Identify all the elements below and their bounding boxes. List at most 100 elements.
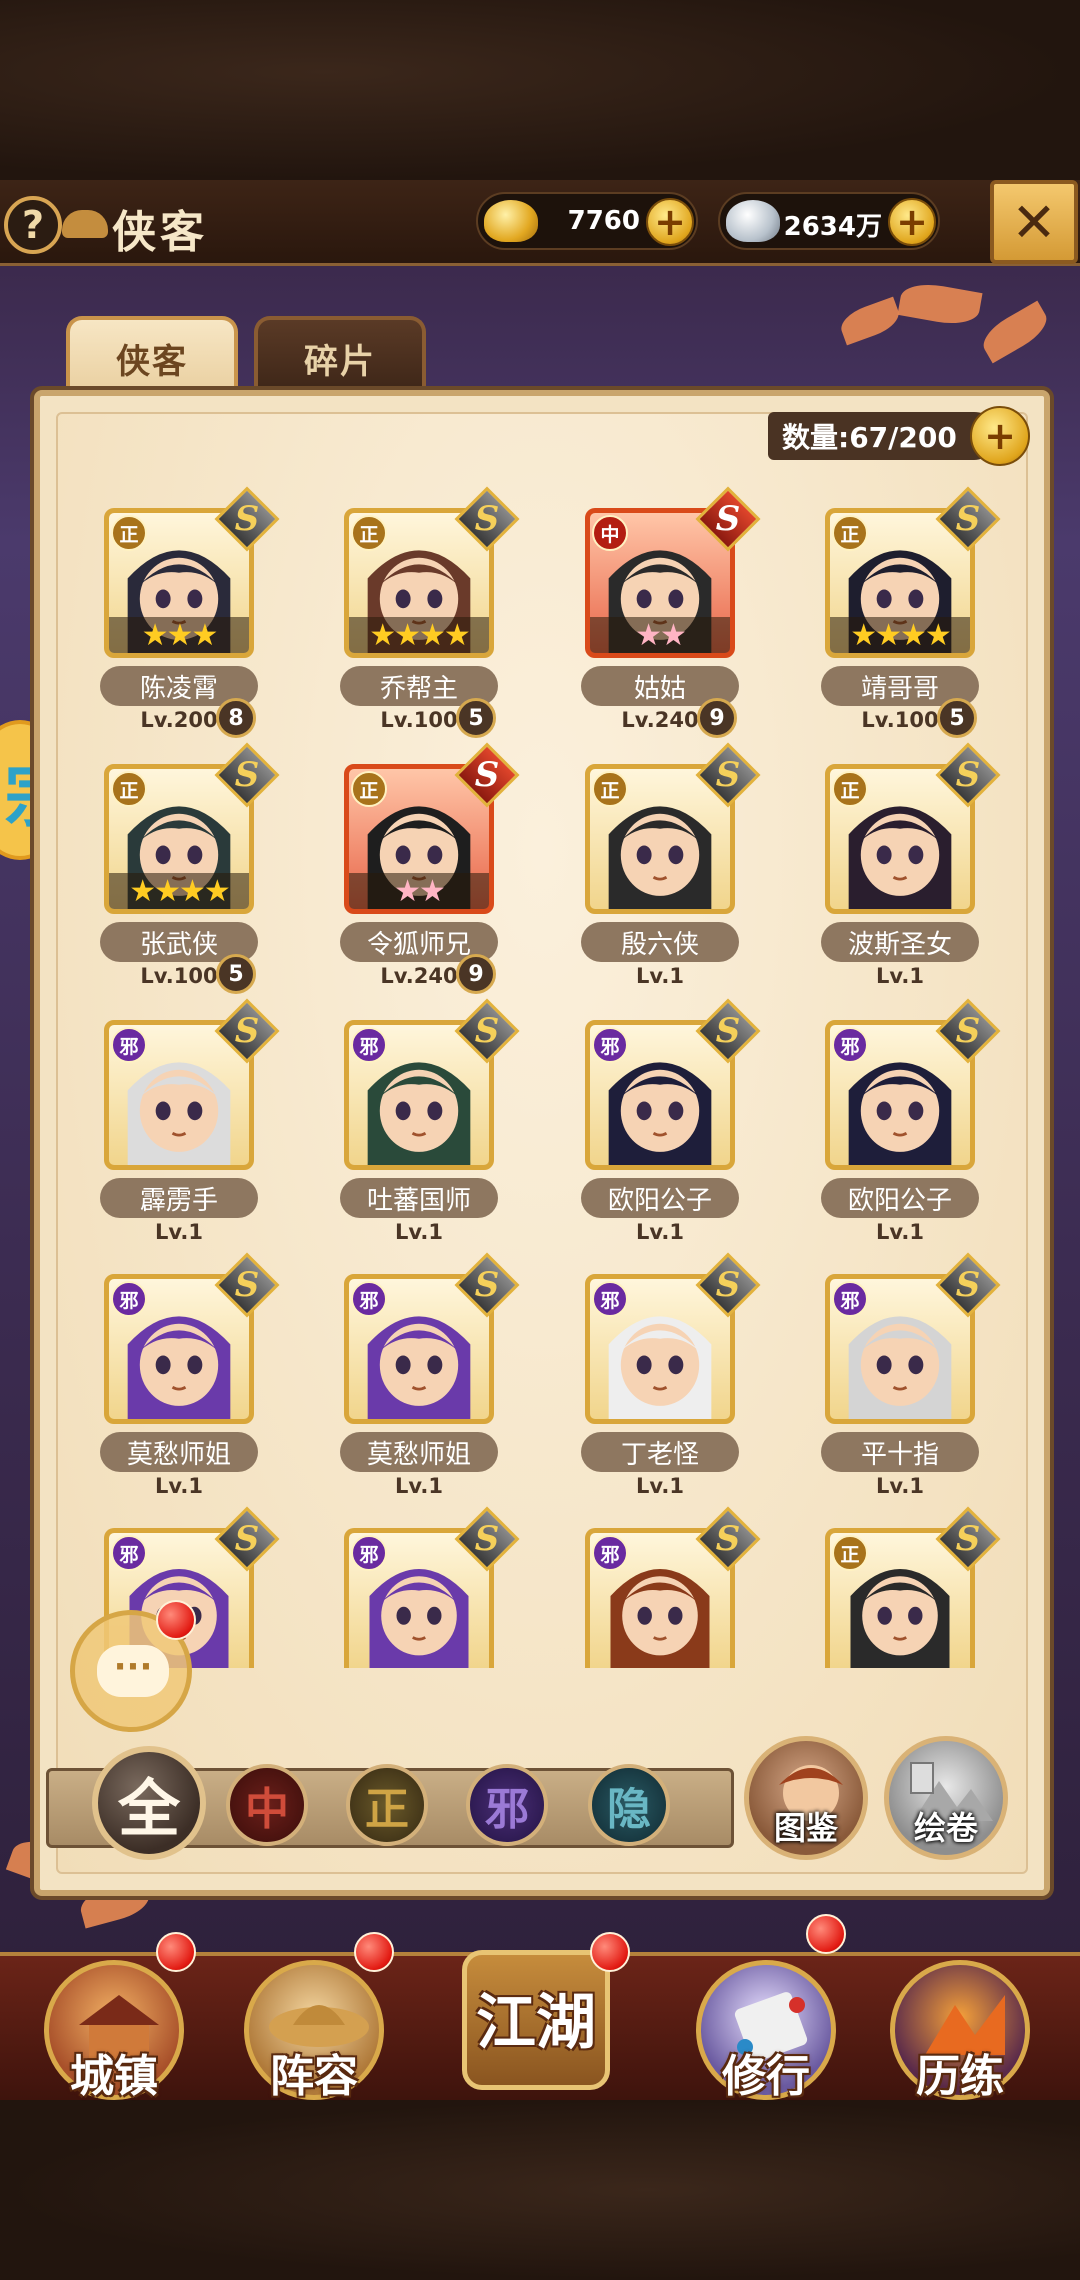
hero-level: Lv.1 [876,1220,924,1244]
alignment-badge: 正 [592,771,628,807]
rank-letter: S [234,499,260,539]
hero-level: Lv.1 [636,1474,684,1498]
hero-name: 莫愁师姐 [100,1432,258,1472]
nav-training-label: 修行 [722,2051,810,2102]
filter-righteous[interactable]: 正 [346,1764,428,1846]
rank-letter: S [474,1265,500,1305]
page-title: 侠客 [112,207,208,258]
filter-evil[interactable]: 邪 [466,1764,548,1846]
hero-name: 殷六侠 [581,922,739,962]
star-rating: ★★★ [109,617,249,653]
rank-letter: S [474,1011,500,1051]
help-button[interactable]: ? [4,196,62,254]
rank-letter: S [715,499,741,539]
rank-letter: S [955,1519,981,1559]
rank-letter: S [474,1519,500,1559]
tab-heroes[interactable]: 侠客 [66,316,238,396]
hero-level: Lv.1 [636,1220,684,1244]
alignment-badge: 中 [592,515,628,551]
filter-all[interactable]: 全 [92,1746,206,1860]
rank-letter: S [955,755,981,795]
rank-letter: S [474,755,500,795]
hero-level: Lv.1 [636,964,684,988]
star-rating: ★★★★ [830,617,970,653]
gold-currency: 7760 + [476,192,698,250]
star-tier-badge: 5 [456,698,496,738]
close-button[interactable]: ✕ [990,180,1078,264]
hero-name: 霹雳手 [100,1178,258,1218]
silver-ingot-icon [726,200,780,242]
rank-letter: S [715,1519,741,1559]
alignment-badge: 邪 [351,1281,387,1317]
nav-lineup-notification-dot [354,1932,394,1972]
alignment-badge: 正 [111,515,147,551]
star-rating: ★★★★ [109,873,249,909]
top-background [0,0,1080,180]
rank-letter: S [715,755,741,795]
alignment-badge: 正 [832,515,868,551]
top-header-bar: ? 侠客 7760 + 2634万 + ✕ [0,180,1080,266]
hero-name: 欧阳公子 [581,1178,739,1218]
add-silver-button[interactable]: + [888,198,936,246]
rank-letter: S [474,499,500,539]
nav-training-notification-dot [806,1914,846,1954]
hero-name: 平十指 [821,1432,979,1472]
rank-letter: S [955,1265,981,1305]
rank-letter: S [715,1265,741,1305]
rank-letter: S [234,1011,260,1051]
star-tier-badge: 9 [456,954,496,994]
hero-level: Lv.1 [876,1474,924,1498]
filter-hidden[interactable]: 隐 [588,1764,670,1846]
scroll-gallery-button[interactable]: 绘卷 [884,1736,1008,1860]
alignment-badge: 正 [351,515,387,551]
hero-level: Lv.1 [155,1220,203,1244]
hero-level: Lv.1 [395,1474,443,1498]
gold-amount: 7760 [567,206,640,236]
rank-letter: S [234,755,260,795]
rank-letter: S [955,1011,981,1051]
codex-button[interactable]: 图鉴 [744,1736,868,1860]
alignment-badge: 邪 [592,1281,628,1317]
alignment-badge: 邪 [111,1535,147,1571]
alignment-badge: 邪 [351,1535,387,1571]
hero-level: Lv.1 [876,964,924,988]
chat-bubble-icon: ··· [97,1645,169,1697]
alignment-badge: 正 [832,1535,868,1571]
chat-notification-dot [156,1600,196,1640]
hero-level: Lv.1 [155,1474,203,1498]
hero-name: 吐蕃国师 [340,1178,498,1218]
alignment-badge: 邪 [111,1027,147,1063]
star-rating: ★★ [349,873,489,909]
alignment-badge: 邪 [111,1281,147,1317]
nav-lineup-label: 阵容 [270,2051,358,2102]
nav-town-label: 城镇 [70,2051,158,2102]
hero-name: 莫愁师姐 [340,1432,498,1472]
alignment-badge: 邪 [832,1027,868,1063]
cloud-icon [62,210,108,238]
nav-jianghu-notification-dot [590,1932,630,1972]
add-gold-button[interactable]: + [646,198,694,246]
star-rating: ★★ [590,617,730,653]
star-tier-badge: 5 [937,698,977,738]
codex-label: 图鉴 [773,1809,838,1847]
scroll-gallery-label: 绘卷 [913,1809,978,1847]
filter-neutral[interactable]: 中 [226,1764,308,1846]
hero-name: 丁老怪 [581,1432,739,1472]
alignment-badge: 邪 [592,1027,628,1063]
bottom-background [0,2100,1080,2280]
rank-letter: S [234,1519,260,1559]
alignment-badge: 邪 [351,1027,387,1063]
alignment-badge: 邪 [592,1535,628,1571]
expand-capacity-button[interactable]: + [970,406,1030,466]
hero-level: Lv.1 [395,1220,443,1244]
maple-leaf-icon [836,296,904,346]
maple-leaf-icon [976,300,1054,364]
alignment-badge: 正 [351,771,387,807]
star-rating: ★★★★ [349,617,489,653]
alignment-badge: 正 [832,771,868,807]
hero-name: 波斯圣女 [821,922,979,962]
tab-fragments[interactable]: 碎片 [254,316,426,396]
nav-trials-label: 历练 [916,2051,1004,2102]
nav-jianghu-label: 江湖 [476,1988,596,2058]
rank-letter: S [955,499,981,539]
